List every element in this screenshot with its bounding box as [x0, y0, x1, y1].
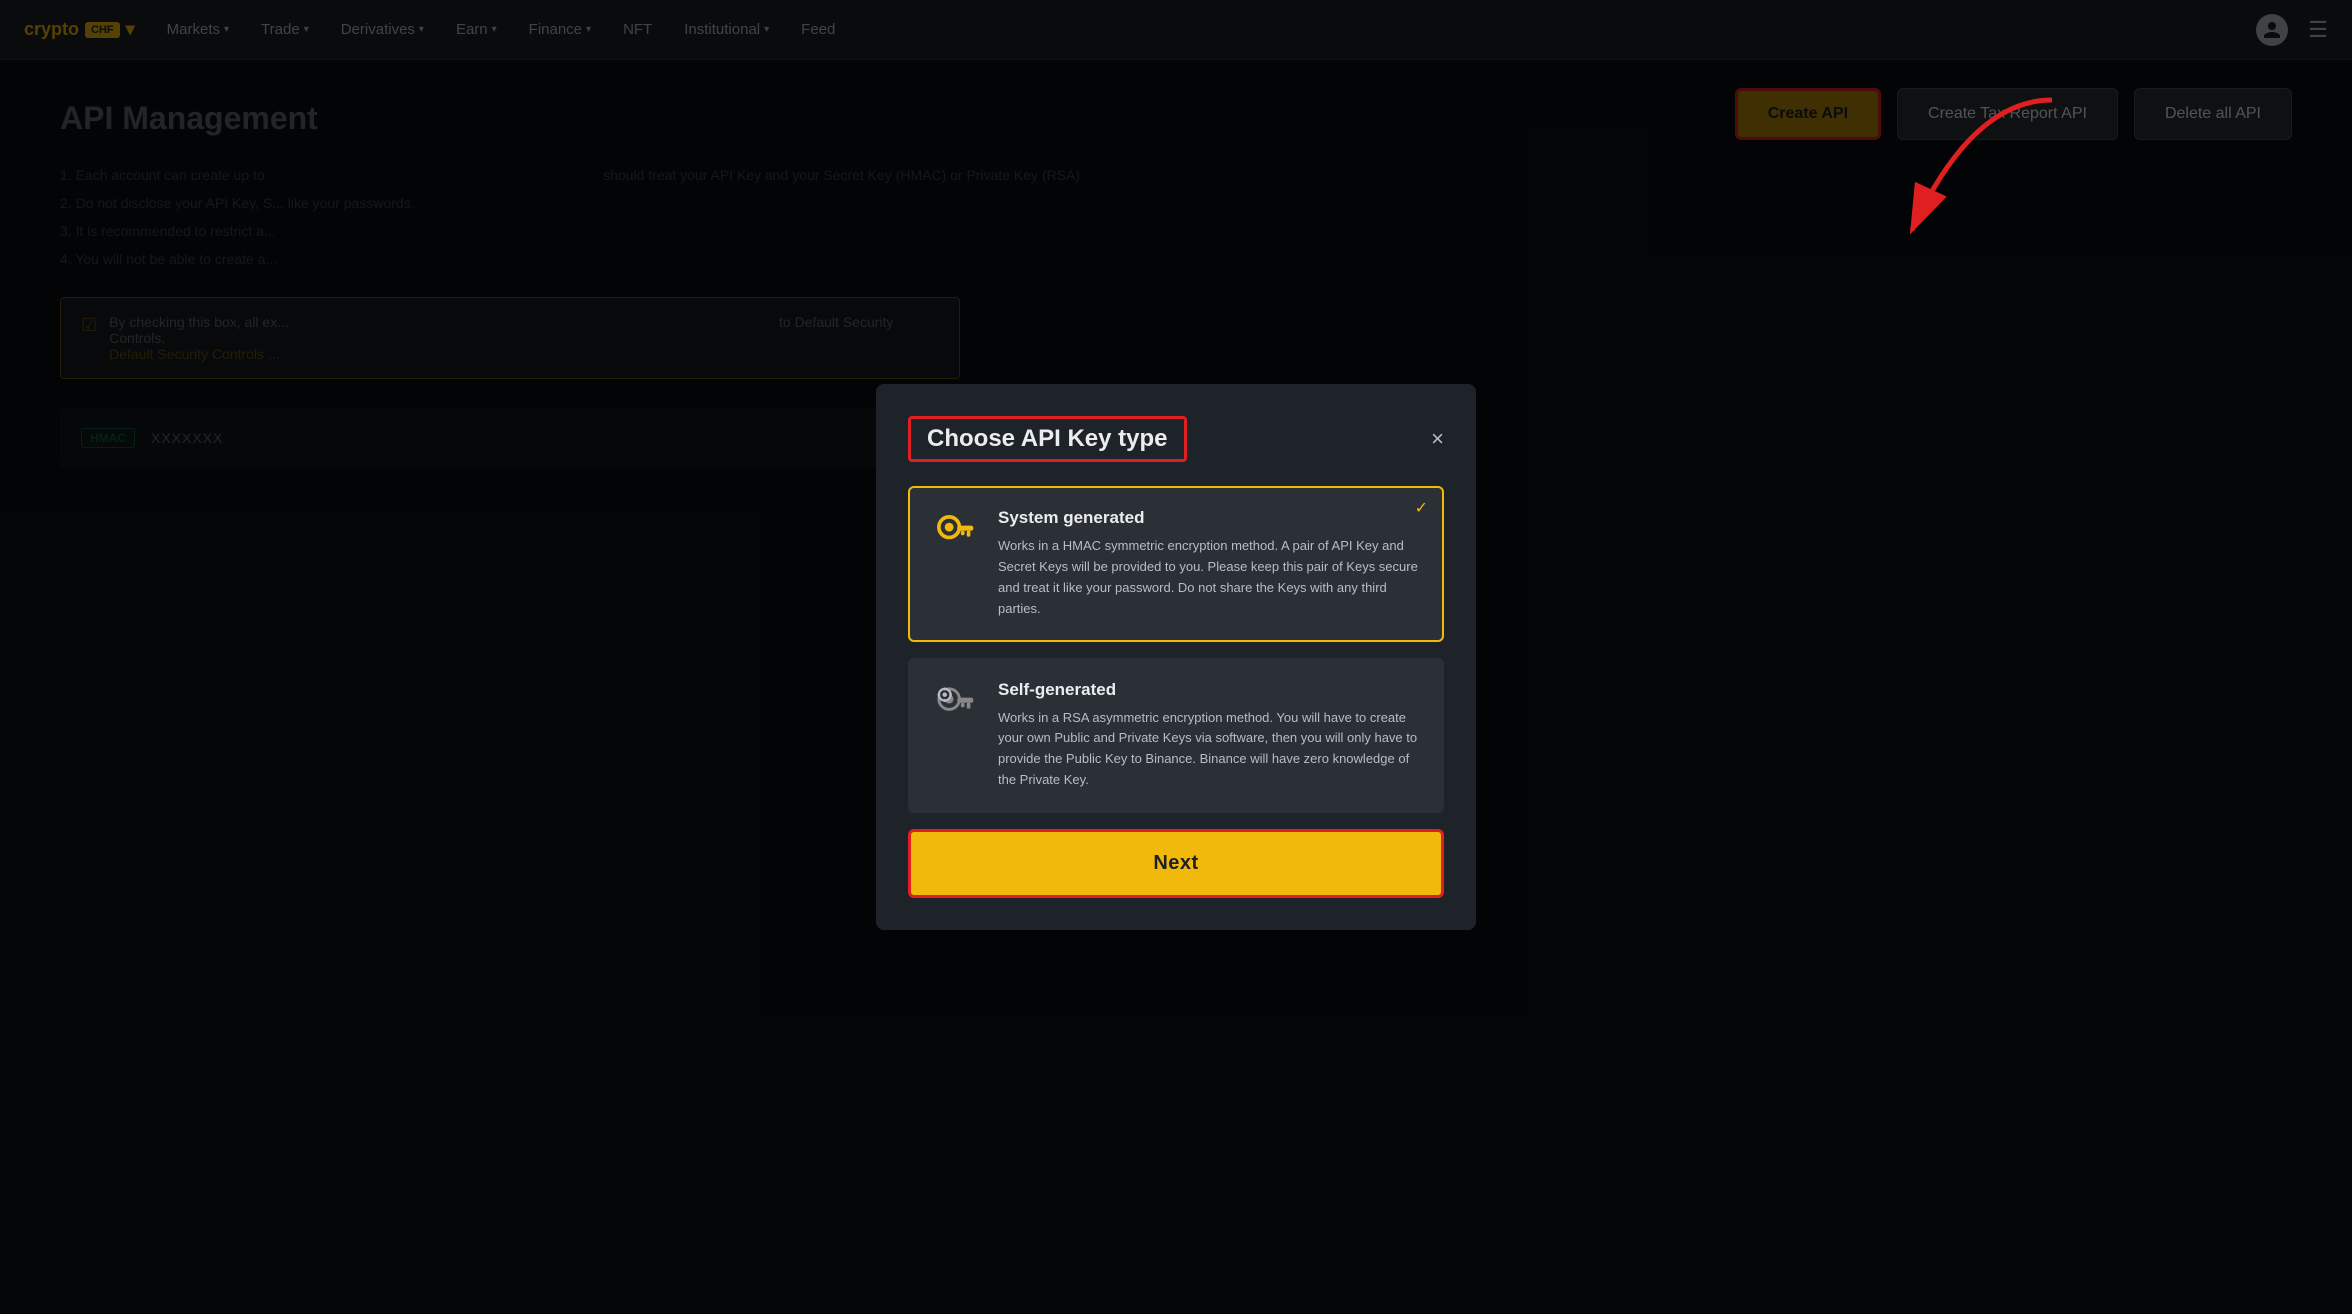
next-button-wrapper: Next — [908, 829, 1444, 898]
modal-overlay: Choose API Key type × System generated W… — [0, 0, 2352, 1314]
system-generated-option[interactable]: System generated Works in a HMAC symmetr… — [908, 486, 1444, 641]
self-key-icon — [930, 680, 980, 730]
system-key-icon — [930, 508, 980, 558]
self-generated-content: Self-generated Works in a RSA asymmetric… — [998, 680, 1422, 791]
modal-close-button[interactable]: × — [1431, 426, 1444, 452]
system-generated-desc: Works in a HMAC symmetric encryption met… — [998, 536, 1422, 619]
choose-api-modal: Choose API Key type × System generated W… — [876, 384, 1476, 929]
system-generated-title: System generated — [998, 508, 1422, 528]
next-button[interactable]: Next — [908, 829, 1444, 898]
self-generated-title: Self-generated — [998, 680, 1422, 700]
modal-title: Choose API Key type — [908, 416, 1187, 462]
self-generated-desc: Works in a RSA asymmetric encryption met… — [998, 708, 1422, 791]
self-generated-option[interactable]: Self-generated Works in a RSA asymmetric… — [908, 658, 1444, 813]
modal-header: Choose API Key type × — [908, 416, 1444, 462]
system-selected-checkmark: ✓ — [1415, 498, 1428, 518]
system-generated-content: System generated Works in a HMAC symmetr… — [998, 508, 1422, 619]
